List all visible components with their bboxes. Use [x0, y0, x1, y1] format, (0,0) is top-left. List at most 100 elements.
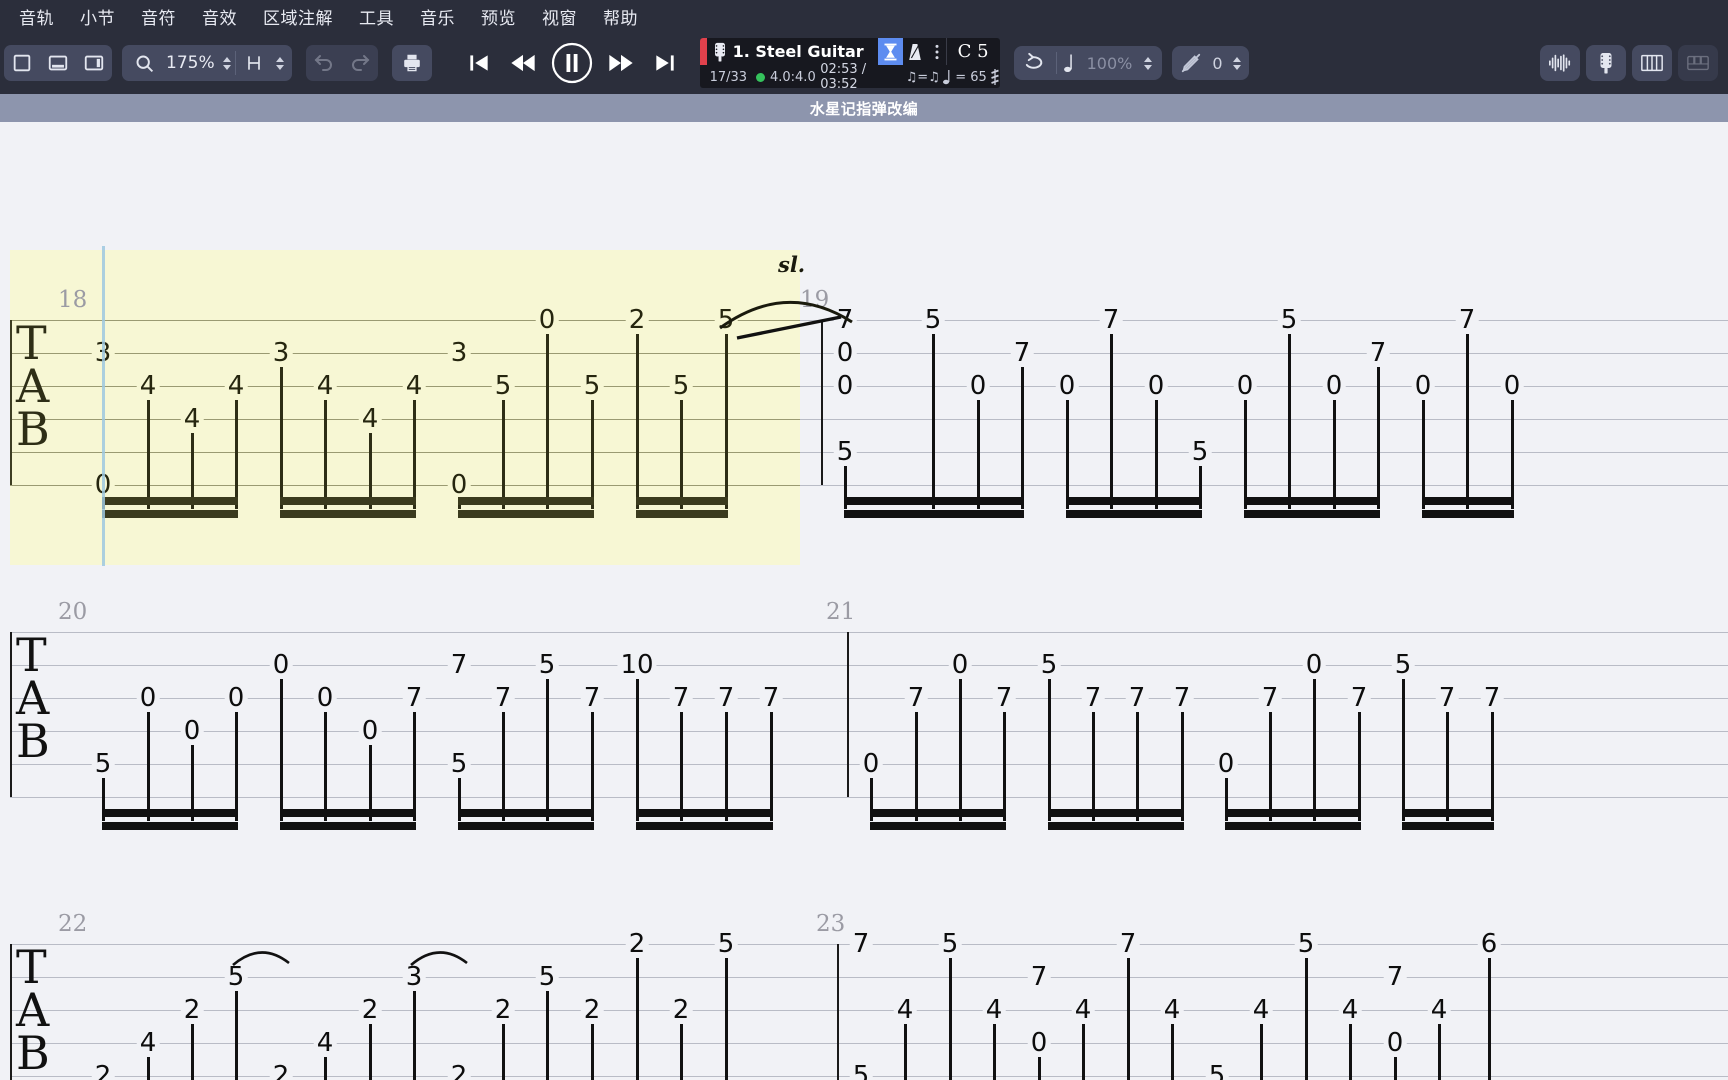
speed-stepper[interactable]	[1140, 56, 1156, 70]
fret-number[interactable]: 7	[1480, 685, 1504, 711]
fret-number[interactable]: 5	[491, 373, 515, 399]
fret-number[interactable]: 5	[833, 439, 857, 465]
zoom-stepper[interactable]	[219, 56, 235, 70]
fret-number[interactable]: 0	[1302, 652, 1326, 678]
fret-number[interactable]: 0	[948, 652, 972, 678]
fret-number[interactable]: 4	[402, 373, 426, 399]
key-signature[interactable]: C 5	[945, 38, 1000, 65]
menu-window[interactable]: 视窗	[529, 0, 590, 33]
fret-number[interactable]: 4	[1338, 997, 1362, 1023]
fret-number[interactable]: 7	[491, 685, 515, 711]
fret-number[interactable]: 4	[1071, 997, 1095, 1023]
playback-info-panel[interactable]: 1. Steel Guitar C 5 17/33 4.0:4.0 02:53 …	[699, 38, 1000, 88]
fret-number[interactable]: 4	[136, 1030, 160, 1056]
fret-number[interactable]: 0	[1027, 1030, 1051, 1056]
fret-number[interactable]: 0	[313, 685, 337, 711]
fret-number[interactable]: 5	[1188, 439, 1212, 465]
redo-icon[interactable]	[342, 45, 378, 81]
fret-number[interactable]: 7	[402, 685, 426, 711]
fret-number[interactable]: 4	[224, 373, 248, 399]
fret-number[interactable]: 7	[1455, 307, 1479, 333]
fret-number[interactable]: 5	[1205, 1063, 1229, 1080]
fretboard-icon[interactable]	[1632, 45, 1672, 81]
fret-number[interactable]: 5	[849, 1063, 873, 1080]
fret-number[interactable]: 10	[617, 652, 657, 678]
fret-number[interactable]: 4	[136, 373, 160, 399]
fret-number[interactable]: 5	[1277, 307, 1301, 333]
menu-effects[interactable]: 音效	[189, 0, 250, 33]
fret-number[interactable]: 7	[904, 685, 928, 711]
skip-start-icon[interactable]	[458, 41, 500, 85]
fret-number[interactable]: 2	[625, 931, 649, 957]
fret-number[interactable]: 7	[447, 652, 471, 678]
layout-horizontal-icon[interactable]	[40, 45, 76, 81]
menu-preview[interactable]: 预览	[468, 0, 529, 33]
menu-tools[interactable]: 工具	[346, 0, 407, 33]
fret-number[interactable]: 4	[982, 997, 1006, 1023]
fret-number[interactable]: 4	[1249, 997, 1273, 1023]
fret-number[interactable]: 7	[1383, 964, 1407, 990]
fret-number[interactable]: 2	[669, 997, 693, 1023]
fret-number[interactable]: 2	[91, 1063, 115, 1080]
fret-number[interactable]: 0	[535, 307, 559, 333]
menu-tracks[interactable]: 音轨	[6, 0, 67, 33]
fret-number[interactable]: 0	[136, 685, 160, 711]
fret-number[interactable]: 0	[1214, 751, 1238, 777]
fret-number[interactable]: 7	[1258, 685, 1282, 711]
pen-value[interactable]: 0	[1206, 54, 1228, 73]
fret-number[interactable]: 0	[358, 718, 382, 744]
fret-number[interactable]: 5	[938, 931, 962, 957]
fret-number[interactable]: 7	[849, 931, 873, 957]
skip-end-icon[interactable]	[644, 41, 686, 85]
undo-icon[interactable]	[306, 45, 342, 81]
fret-number[interactable]: 5	[1391, 652, 1415, 678]
fret-number[interactable]: 7	[759, 685, 783, 711]
fret-number[interactable]: 5	[535, 964, 559, 990]
fret-number[interactable]: 4	[313, 1030, 337, 1056]
fret-number[interactable]: 7	[1116, 931, 1140, 957]
fret-number[interactable]: 5	[714, 931, 738, 957]
fret-number[interactable]: 7	[1125, 685, 1149, 711]
menu-measures[interactable]: 小节	[67, 0, 128, 33]
fret-number[interactable]: 4	[313, 373, 337, 399]
fret-number[interactable]: 7	[1347, 685, 1371, 711]
fret-number[interactable]: 7	[714, 685, 738, 711]
fret-number[interactable]: 5	[447, 751, 471, 777]
layout-vertical-icon[interactable]	[76, 45, 112, 81]
hourglass-icon[interactable]	[877, 38, 903, 65]
loop-icon[interactable]	[1014, 46, 1056, 80]
pause-icon[interactable]	[546, 41, 598, 85]
tuner-icon[interactable]	[1586, 45, 1626, 81]
fret-number[interactable]: 2	[358, 997, 382, 1023]
fret-number[interactable]: 4	[1160, 997, 1184, 1023]
fret-number[interactable]: 3	[269, 340, 293, 366]
fret-number[interactable]: 3	[447, 340, 471, 366]
fret-number[interactable]: 0	[224, 685, 248, 711]
rewind-icon[interactable]	[502, 41, 544, 85]
waveform-icon[interactable]	[1540, 45, 1580, 81]
fret-number[interactable]: 7	[1081, 685, 1105, 711]
fret-number[interactable]: 0	[1233, 373, 1257, 399]
fret-number[interactable]: 0	[1055, 373, 1079, 399]
fret-number[interactable]: 7	[1027, 964, 1051, 990]
fret-number[interactable]: 5	[921, 307, 945, 333]
fret-number[interactable]: 0	[269, 652, 293, 678]
fret-number[interactable]: 4	[358, 406, 382, 432]
menu-music[interactable]: 音乐	[407, 0, 468, 33]
menu-annotations[interactable]: 区域注解	[250, 0, 346, 33]
fret-number[interactable]: 0	[966, 373, 990, 399]
fret-number[interactable]: 0	[859, 751, 883, 777]
fret-number[interactable]: 0	[1144, 373, 1168, 399]
fret-number[interactable]: 4	[893, 997, 917, 1023]
menu-help[interactable]: 帮助	[590, 0, 651, 33]
pen-icon[interactable]	[1176, 52, 1206, 74]
spacing-stepper[interactable]	[272, 56, 288, 70]
fret-number[interactable]: 7	[1170, 685, 1194, 711]
fret-number[interactable]: 2	[580, 997, 604, 1023]
layout-page-icon[interactable]	[4, 45, 40, 81]
fret-number[interactable]: 5	[535, 652, 559, 678]
fret-number[interactable]: 7	[1435, 685, 1459, 711]
fret-number[interactable]: 7	[1366, 340, 1390, 366]
fret-number[interactable]: 5	[1037, 652, 1061, 678]
fret-number[interactable]: 2	[269, 1063, 293, 1080]
